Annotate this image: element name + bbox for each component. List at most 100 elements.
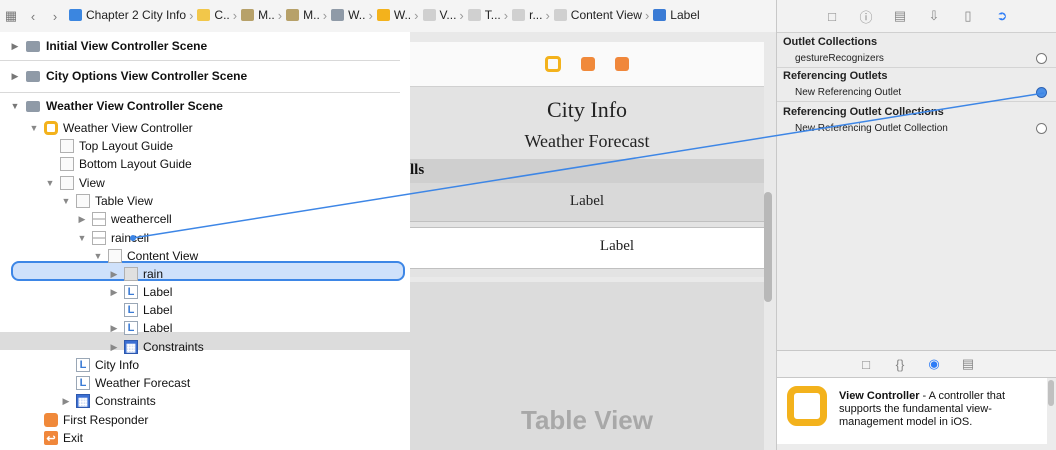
breadcrumb-item[interactable]: Chapter 2 City Info › — [66, 8, 193, 23]
connection-circle-icon[interactable] — [1036, 53, 1047, 64]
outline-item-city-info[interactable]: L City Info — [76, 356, 139, 374]
breadcrumb-item[interactable]: M.. › — [238, 8, 282, 23]
disclosure-triangle-icon[interactable]: ▶ — [108, 287, 120, 298]
breadcrumb-item[interactable]: Label — [650, 8, 700, 22]
breadcrumb-item[interactable]: W.. › — [328, 8, 373, 23]
item-label: Content View — [127, 249, 199, 263]
disclosure-triangle-icon[interactable]: ▶ — [108, 323, 120, 334]
breadcrumb-item[interactable]: Content View › — [551, 8, 649, 23]
breadcrumb-label: C.. — [214, 8, 230, 23]
outline-item-exit[interactable]: ↩ Exit — [44, 429, 83, 447]
outline-item-weather-forecast[interactable]: L Weather Forecast — [76, 374, 190, 392]
item-label: Constraints — [95, 394, 156, 408]
outline-item-rain[interactable]: ▶ rain — [108, 265, 163, 283]
weather-forecast-label[interactable]: Weather Forecast — [410, 131, 764, 152]
disclosure-triangle-icon[interactable]: ▼ — [76, 233, 88, 243]
file-inspector-icon[interactable]: □ — [823, 7, 841, 25]
outline-item-label-1[interactable]: ▶ L Label — [108, 283, 172, 301]
cell-label[interactable]: Label — [440, 238, 794, 255]
label-icon: L — [76, 358, 90, 372]
storyboard-canvas[interactable]: City Info Weather Forecast lls Label Lab… — [410, 32, 776, 450]
breadcrumb-icon — [553, 9, 567, 22]
disclosure-triangle-icon[interactable]: ▼ — [8, 101, 22, 111]
outline-item-label-2[interactable]: L Label — [124, 301, 172, 319]
outline-item-bottom-layout-guide[interactable]: Bottom Layout Guide — [60, 155, 192, 173]
scene-weather-view-controller[interactable]: ▼ Weather View Controller Scene — [0, 94, 410, 118]
exit-icon[interactable] — [615, 57, 629, 71]
constraints-icon: ▦ — [124, 340, 138, 354]
scene-city-options-view-controller[interactable]: ▶ City Options View Controller Scene — [0, 64, 410, 88]
item-label: Weather View Controller — [63, 121, 193, 135]
view-controller-icon[interactable] — [545, 56, 561, 72]
view-controller-view[interactable]: City Info Weather Forecast lls Label Lab… — [410, 87, 764, 277]
forward-arrow-icon[interactable]: › — [44, 5, 66, 27]
size-inspector-icon[interactable]: ▯ — [959, 7, 977, 25]
file-template-icon[interactable]: □ — [857, 355, 875, 373]
connection-circle-icon[interactable] — [1036, 87, 1047, 98]
outline-item-label-3[interactable]: ▶ L Label — [108, 319, 172, 337]
breadcrumb-label: r... — [529, 8, 543, 23]
related-items-icon[interactable]: ▦ — [0, 5, 22, 27]
identity-inspector-icon[interactable]: ▤ — [891, 7, 909, 25]
media-library-icon[interactable]: ▤ — [959, 355, 977, 373]
disclosure-triangle-icon[interactable]: ▶ — [60, 396, 72, 407]
outline-item-weather-view-controller[interactable]: ▼ Weather View Controller — [28, 119, 193, 137]
disclosure-triangle-icon[interactable]: ▶ — [108, 342, 120, 353]
connections-inspector-icon[interactable]: ➲ — [993, 7, 1011, 25]
breadcrumb-item[interactable]: V... › — [420, 8, 464, 23]
outline-item-view[interactable]: ▼ View — [44, 174, 105, 192]
object-library-icon[interactable]: ◉ — [925, 355, 943, 373]
disclosure-triangle-icon[interactable]: ▼ — [44, 178, 56, 188]
code-snippet-icon[interactable]: {} — [891, 355, 909, 373]
outline-item-content-view[interactable]: ▼ Content View — [92, 247, 198, 265]
breadcrumb-icon — [69, 9, 82, 22]
table-view-area[interactable]: Table View — [410, 282, 764, 450]
first-responder-icon[interactable] — [581, 57, 595, 71]
disclosure-triangle-icon[interactable]: ▼ — [60, 196, 72, 206]
item-label: Label — [143, 303, 173, 317]
breadcrumb-item[interactable]: T... › — [465, 8, 508, 23]
new-referencing-outlet-row: New Referencing Outlet — [795, 87, 1047, 98]
raincell-prototype[interactable]: Label — [410, 227, 764, 269]
scene-initial-view-controller[interactable]: ▶ Initial View Controller Scene — [0, 34, 410, 58]
weathercell-prototype[interactable]: Label — [410, 183, 764, 222]
city-info-label[interactable]: City Info — [410, 97, 764, 123]
layout-guide-icon — [60, 139, 74, 153]
disclosure-triangle-icon[interactable]: ▼ — [28, 123, 40, 133]
cell-label[interactable]: Label — [410, 193, 764, 210]
breadcrumb-label: M.. — [258, 8, 275, 23]
breadcrumb-label: Chapter 2 City Info — [86, 8, 187, 23]
outline-item-constraints-inner[interactable]: ▶ ▦ Constraints — [108, 338, 204, 356]
breadcrumb-item[interactable]: W.. › — [374, 8, 419, 23]
breadcrumb-item[interactable]: r... › — [509, 8, 550, 23]
item-label: City Info — [95, 358, 140, 372]
library-item-view-controller[interactable]: View Controller - A controller that supp… — [777, 378, 1047, 444]
outline-item-constraints-outer[interactable]: ▶ ▦ Constraints — [60, 392, 156, 410]
back-arrow-icon[interactable]: ‹ — [22, 5, 44, 27]
label-icon: L — [124, 285, 138, 299]
gesture-recognizers-label: gestureRecognizers — [795, 53, 884, 64]
outline-item-first-responder[interactable]: First Responder — [44, 411, 148, 429]
outline-item-top-layout-guide[interactable]: Top Layout Guide — [60, 137, 173, 155]
disclosure-triangle-icon[interactable]: ▶ — [76, 214, 88, 225]
scene-title: Initial View Controller Scene — [46, 39, 208, 53]
table-cell-icon — [92, 231, 106, 245]
outline-item-table-view[interactable]: ▼ Table View — [60, 192, 153, 210]
breadcrumb-icon — [241, 9, 255, 22]
referencing-collections-title: Referencing Outlet Collections — [783, 106, 944, 118]
scene-icon — [26, 70, 40, 82]
outline-item-raincell[interactable]: ▼ raincell — [76, 229, 149, 247]
attributes-inspector-icon[interactable]: ⇩ — [925, 7, 943, 25]
outline-item-weathercell[interactable]: ▶ weathercell — [76, 210, 172, 228]
breadcrumb-item[interactable]: M.. › — [283, 8, 327, 23]
disclosure-triangle-icon[interactable]: ▶ — [108, 269, 120, 280]
disclosure-triangle-icon[interactable]: ▶ — [8, 71, 22, 82]
disclosure-triangle-icon[interactable]: ▼ — [92, 251, 104, 261]
canvas-scrollbar[interactable] — [764, 192, 772, 302]
connection-circle-icon[interactable] — [1036, 123, 1047, 134]
quick-help-icon[interactable]: ⓘ — [857, 7, 875, 25]
disclosure-triangle-icon[interactable]: ▶ — [8, 41, 22, 52]
library-scrollbar[interactable] — [1048, 380, 1054, 406]
view-controller-icon — [44, 121, 58, 135]
breadcrumb-item[interactable]: C.. › — [194, 8, 237, 23]
